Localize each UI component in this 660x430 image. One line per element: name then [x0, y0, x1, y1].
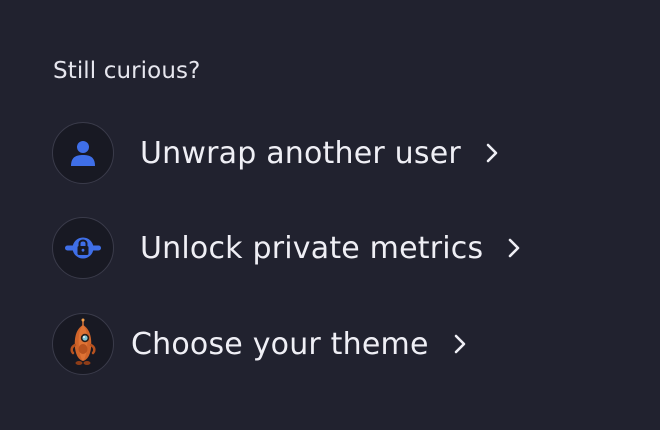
chevron-right-icon [485, 142, 499, 164]
chevron-right-icon [453, 333, 467, 355]
unwrap-another-user-button[interactable]: Unwrap another user [52, 121, 499, 185]
lock-icon-circle [52, 217, 114, 279]
choose-your-theme-label: Choose your theme [131, 326, 429, 362]
chevron-right-icon [507, 237, 521, 259]
lock-icon [65, 237, 101, 259]
unlock-private-metrics-button[interactable]: Unlock private metrics [52, 216, 521, 280]
user-icon [71, 141, 95, 166]
user-icon-circle [52, 122, 114, 184]
rocket-mascot-icon [70, 318, 96, 365]
still-curious-panel: Still curious? Unwrap another user Unloc… [0, 0, 660, 430]
rocket-mascot-icon-circle [52, 313, 114, 375]
unlock-private-metrics-label: Unlock private metrics [140, 230, 484, 266]
unwrap-another-user-label: Unwrap another user [140, 135, 461, 171]
section-heading: Still curious? [53, 58, 201, 84]
choose-your-theme-button[interactable]: Choose your theme [52, 312, 467, 376]
